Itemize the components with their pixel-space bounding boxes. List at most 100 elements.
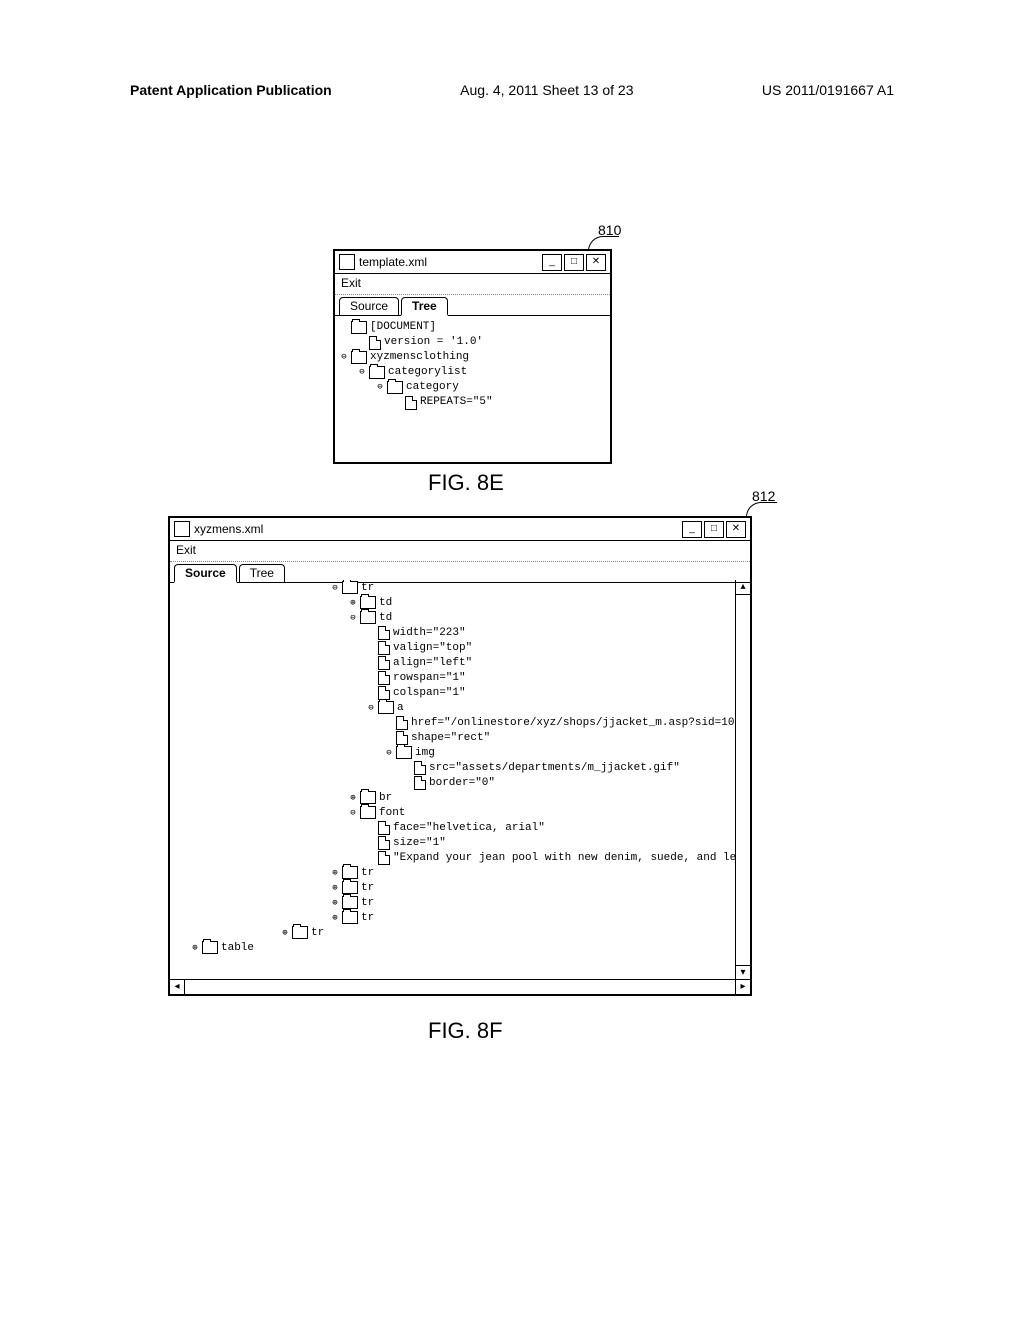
page-icon <box>378 671 390 685</box>
tab-source[interactable]: Source <box>339 297 399 315</box>
tree-attr-width[interactable]: ○width="223" <box>170 625 736 640</box>
figure-label-8f: FIG. 8F <box>428 1018 503 1044</box>
page-icon <box>414 761 426 775</box>
folder-icon <box>360 596 376 609</box>
folder-icon <box>202 941 218 954</box>
titlebar[interactable]: template.xml _ □ ✕ <box>335 251 610 274</box>
window-xyzmens-xml: xyzmens.xml _ □ ✕ Exit Source Tree ⊖tr ⊕… <box>168 516 752 996</box>
menu-exit[interactable]: Exit <box>341 276 361 290</box>
page-icon <box>405 396 417 410</box>
tree-node-repeats[interactable]: ○REPEATS="5" <box>339 395 606 410</box>
tree-attr-border[interactable]: ○border="0" <box>170 775 736 790</box>
tree-attr-href[interactable]: ○href="/onlinestore/xyz/shops/jjacket_m.… <box>170 715 736 730</box>
page-icon <box>378 626 390 640</box>
tree-node-tr[interactable]: ⊕tr <box>170 895 736 910</box>
tree-node-img[interactable]: ⊖img <box>170 745 736 760</box>
tree-attr-colspan[interactable]: ○colspan="1" <box>170 685 736 700</box>
horizontal-scrollbar[interactable]: ◂ ▸ <box>170 979 750 994</box>
tree-attr-src[interactable]: ○src="assets/departments/m_jjacket.gif" <box>170 760 736 775</box>
folder-icon <box>378 701 394 714</box>
scroll-up-arrow-icon[interactable]: ▴ <box>736 580 750 595</box>
maximize-button[interactable]: □ <box>564 254 584 271</box>
window-template-xml: template.xml _ □ ✕ Exit Source Tree ○[DO… <box>333 249 612 464</box>
folder-icon <box>360 806 376 819</box>
window-title: xyzmens.xml <box>194 522 682 536</box>
folder-icon <box>342 581 358 594</box>
titlebar[interactable]: xyzmens.xml _ □ ✕ <box>170 518 750 541</box>
window-title: template.xml <box>359 255 542 269</box>
close-button[interactable]: ✕ <box>726 521 746 538</box>
expand-toggle[interactable]: ⊖ <box>384 748 394 758</box>
page-icon <box>378 656 390 670</box>
collapse-toggle[interactable]: ⊕ <box>330 898 340 908</box>
tree-node-version[interactable]: ○version = '1.0' <box>339 335 606 350</box>
collapse-toggle[interactable]: ⊕ <box>330 868 340 878</box>
expand-toggle[interactable]: ⊖ <box>375 383 385 393</box>
page-icon <box>378 851 390 865</box>
tree-node-tr[interactable]: ⊕tr <box>170 865 736 880</box>
folder-icon <box>351 351 367 364</box>
maximize-button[interactable]: □ <box>704 521 724 538</box>
tab-tree[interactable]: Tree <box>401 297 448 316</box>
tree-node-a[interactable]: ⊖a <box>170 700 736 715</box>
collapse-toggle[interactable]: ⊕ <box>330 913 340 923</box>
tree-attr-align[interactable]: ○align="left" <box>170 655 736 670</box>
folder-icon <box>342 911 358 924</box>
folder-icon <box>360 791 376 804</box>
page-icon <box>378 836 390 850</box>
folder-icon <box>342 881 358 894</box>
expand-toggle[interactable]: ⊖ <box>348 808 358 818</box>
page-icon <box>414 776 426 790</box>
tree-attr-shape[interactable]: ○shape="rect" <box>170 730 736 745</box>
collapse-toggle[interactable]: ⊕ <box>280 928 290 938</box>
tree-attr-rowspan[interactable]: ○rowspan="1" <box>170 670 736 685</box>
tree-node-td[interactable]: ⊖td <box>170 610 736 625</box>
tree-node-tr[interactable]: ⊕tr <box>170 880 736 895</box>
collapse-toggle[interactable]: ⊕ <box>348 598 358 608</box>
menu-bar: Exit <box>170 541 750 562</box>
tree-node-br[interactable]: ⊕br <box>170 790 736 805</box>
expand-toggle[interactable]: ⊖ <box>366 703 376 713</box>
tree-node-tr[interactable]: ⊖tr <box>170 580 736 595</box>
tree-node-tr[interactable]: ⊕tr <box>170 910 736 925</box>
scroll-down-arrow-icon[interactable]: ▾ <box>736 965 750 980</box>
tree-attr-valign[interactable]: ○valign="top" <box>170 640 736 655</box>
tree-node-xyzmensclothing[interactable]: ⊖xyzmensclothing <box>339 350 606 365</box>
minimize-button[interactable]: _ <box>682 521 702 538</box>
close-button[interactable]: ✕ <box>586 254 606 271</box>
page-icon <box>369 336 381 350</box>
folder-icon <box>387 381 403 394</box>
header-date-sheet: Aug. 4, 2011 Sheet 13 of 23 <box>460 82 633 98</box>
scroll-right-arrow-icon[interactable]: ▸ <box>735 980 750 994</box>
scroll-left-arrow-icon[interactable]: ◂ <box>170 980 185 994</box>
window-controls: _ □ ✕ <box>682 521 746 538</box>
tree-node-document[interactable]: ○[DOCUMENT] <box>339 320 606 335</box>
expand-toggle[interactable]: ⊖ <box>357 368 367 378</box>
folder-icon <box>292 926 308 939</box>
menu-exit[interactable]: Exit <box>176 543 196 557</box>
page-icon <box>378 686 390 700</box>
vertical-scrollbar[interactable]: ▴ ▾ <box>735 580 750 980</box>
tree-node-category[interactable]: ⊖category <box>339 380 606 395</box>
expand-toggle[interactable]: ⊖ <box>330 583 340 593</box>
expand-toggle[interactable]: ⊖ <box>339 353 349 363</box>
tree-node-font[interactable]: ⊖font <box>170 805 736 820</box>
collapse-toggle[interactable]: ⊕ <box>348 793 358 803</box>
tree-attr-size[interactable]: ○size="1" <box>170 835 736 850</box>
tree-node-tr[interactable]: ⊕tr <box>170 925 736 940</box>
tree-attr-face[interactable]: ○face="helvetica, arial" <box>170 820 736 835</box>
folder-icon <box>396 746 412 759</box>
minimize-button[interactable]: _ <box>542 254 562 271</box>
expand-toggle[interactable]: ⊖ <box>348 613 358 623</box>
tree-node-td[interactable]: ⊕td <box>170 595 736 610</box>
header-patent-no: US 2011/0191667 A1 <box>762 82 894 98</box>
tree-pane: ○[DOCUMENT] ○version = '1.0' ⊖xyzmensclo… <box>335 316 610 414</box>
tree-node-table[interactable]: ⊕table <box>170 940 736 955</box>
page-icon <box>378 821 390 835</box>
app-icon <box>174 521 190 537</box>
collapse-toggle[interactable]: ⊕ <box>330 883 340 893</box>
folder-icon <box>351 321 367 334</box>
tree-node-categorylist[interactable]: ⊖categorylist <box>339 365 606 380</box>
tree-text-expand[interactable]: ○"Expand your jean pool with new denim, … <box>170 850 736 865</box>
collapse-toggle[interactable]: ⊕ <box>190 943 200 953</box>
